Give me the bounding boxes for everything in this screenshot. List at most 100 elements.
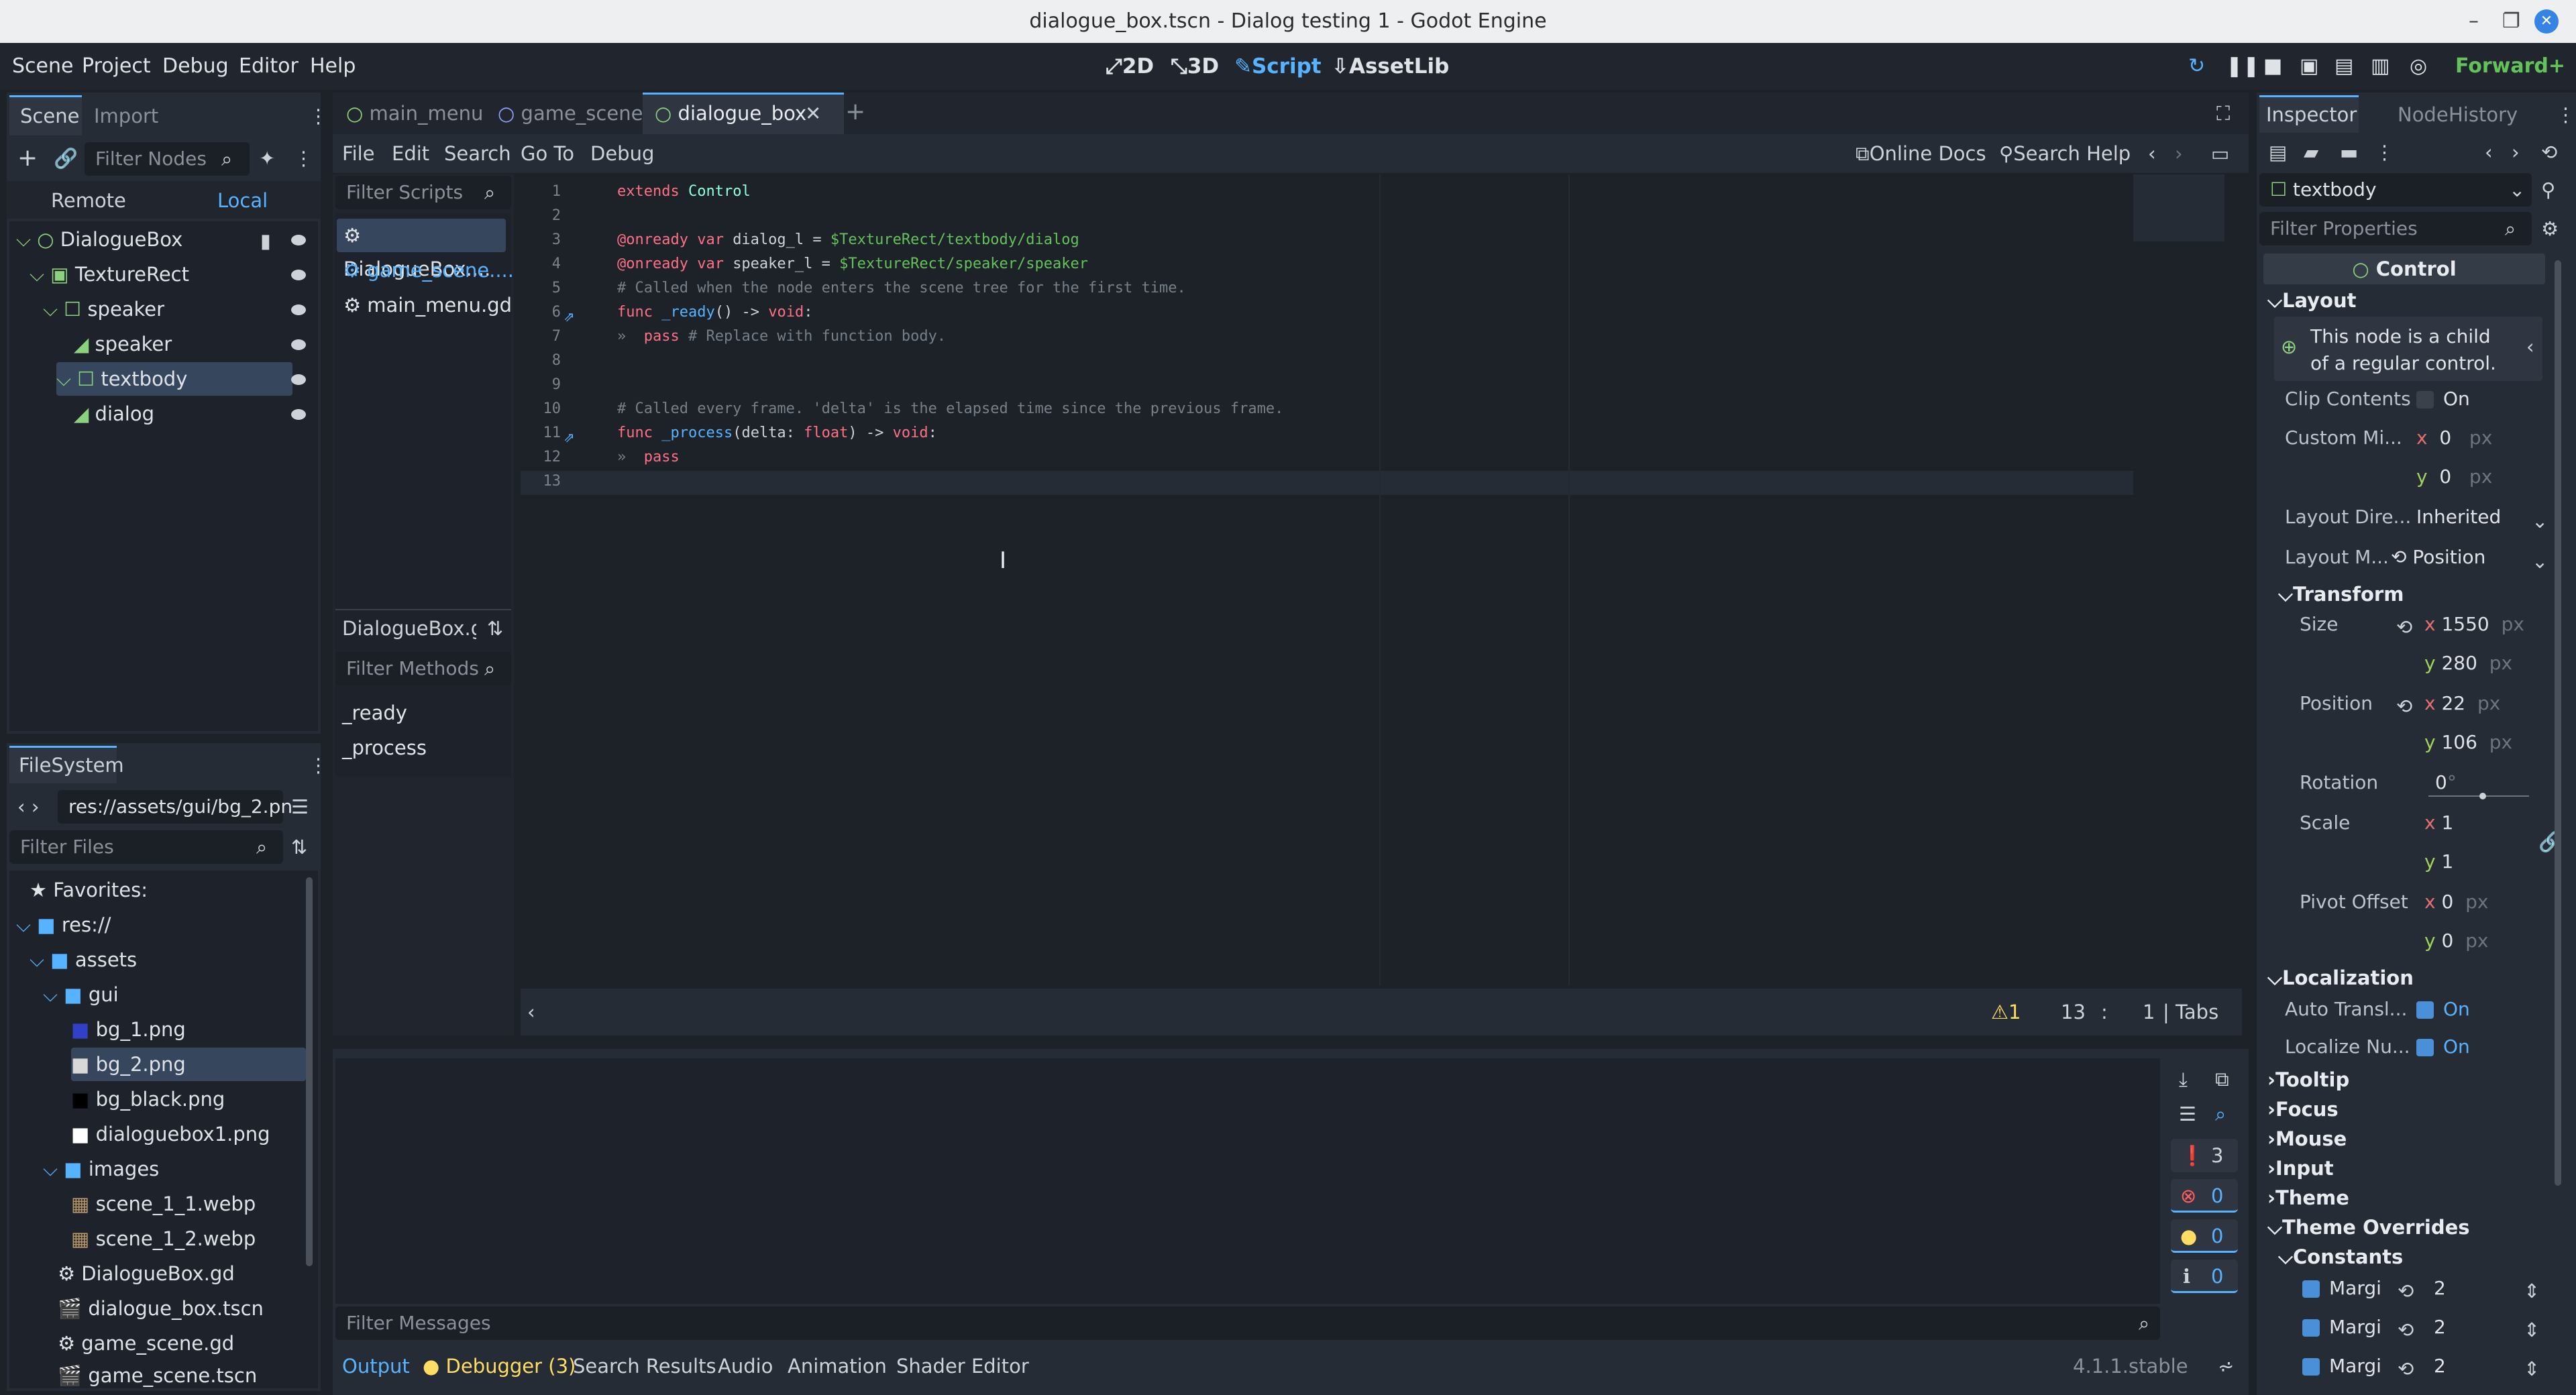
maximize-button[interactable]: ❐	[2502, 0, 2520, 43]
prop-layout-direction-select[interactable]: Inherited	[2416, 502, 2501, 533]
prop-size-y[interactable]: y 280 px	[2424, 648, 2512, 679]
close-button[interactable]: ✕	[2534, 9, 2559, 34]
more-options-icon[interactable]: ⋮	[2375, 135, 2394, 169]
back-arrow-icon[interactable]: ‹ ›	[17, 790, 39, 824]
prop-pivot-y[interactable]: y 0 px	[2424, 926, 2488, 956]
section-mouse[interactable]: ›Mouse	[2267, 1124, 2347, 1154]
tab-history[interactable]: History	[2449, 98, 2518, 131]
script-item-main-menu[interactable]: ⚙ main_menu.gd	[343, 288, 512, 322]
attach-script-icon[interactable]: ✦	[259, 138, 275, 178]
section-theme[interactable]: ›Theme	[2267, 1183, 2349, 1213]
prop-margin-1[interactable]: Margi	[2302, 1273, 2381, 1304]
path-input[interactable]: res://assets/gui/bg_2.pn	[58, 790, 292, 824]
fs-file-dialoguebox-tscn[interactable]: 🎬 dialogue_box.tscn	[58, 1292, 264, 1325]
visibility-eye-icon[interactable]	[291, 374, 306, 385]
prop-scale-y[interactable]: y 1	[2424, 846, 2453, 877]
fs-favorites[interactable]: ★ Favorites:	[30, 873, 148, 907]
mode-script-button[interactable]: ✎Script	[1234, 43, 1322, 90]
bottom-tab-output[interactable]: Output	[342, 1349, 410, 1383]
indent-mode[interactable]: | Tabs	[2163, 995, 2218, 1029]
node-docs-icon[interactable]: ⚲	[2541, 173, 2555, 207]
bottom-tab-animation[interactable]: Animation	[788, 1349, 887, 1383]
code-minimap[interactable]	[2133, 174, 2224, 241]
revert-icon[interactable]: ⟲	[2398, 1357, 2414, 1380]
fs-file-bgblack[interactable]: ■ bg_black.png	[71, 1082, 225, 1116]
scene-tab-main-menu[interactable]: ○ main_menu	[346, 97, 483, 130]
filter-messages-input[interactable]: Filter Messages	[335, 1306, 2160, 1340]
prop-layout-mode-select[interactable]: ⟲ Position	[2391, 542, 2485, 573]
bottom-tab-debugger[interactable]: ● Debugger (3)	[423, 1349, 576, 1383]
toggle-panel-icon[interactable]: ▭	[2211, 137, 2229, 170]
script-menu-file[interactable]: File	[342, 137, 375, 170]
remote-tab[interactable]: Remote	[51, 184, 126, 217]
fs-file-bg2[interactable]: ■ bg_2.png	[71, 1048, 306, 1081]
tree-node-dialog[interactable]: ◢ dialog	[74, 397, 311, 431]
section-layout[interactable]: ⌵Layout	[2267, 286, 2356, 315]
filter-editor-messages-button[interactable]: ℹ0	[2171, 1260, 2238, 1293]
filter-warnings-button[interactable]: ● 0	[2171, 1219, 2238, 1253]
inspector-scrollbar[interactable]	[2555, 260, 2561, 1186]
prop-margin-1-value[interactable]: 2	[2434, 1273, 2446, 1304]
section-localization[interactable]: ⌵Localization	[2267, 963, 2414, 993]
history-back-icon[interactable]: ‹	[2485, 135, 2493, 169]
fs-gui[interactable]: ⌵ ■ gui	[43, 978, 119, 1011]
history-forward-icon[interactable]: ›	[2512, 135, 2520, 169]
history-back-icon[interactable]: ‹	[2148, 137, 2156, 170]
fs-file-bg1[interactable]: ■ bg_1.png	[71, 1013, 186, 1046]
fs-file-scene12[interactable]: ▦ scene_1_2.webp	[71, 1222, 256, 1256]
prop-custom-min-y[interactable]: y 0 px	[2416, 461, 2492, 492]
menu-project[interactable]: Project	[82, 43, 151, 90]
play-scene-icon[interactable]: ▤	[2334, 43, 2353, 90]
stepper-icon[interactable]: ⇕	[2524, 1357, 2540, 1380]
revert-icon[interactable]: ⟲	[2398, 1319, 2414, 1341]
fs-images[interactable]: ⌵ ■ images	[43, 1152, 159, 1186]
sort-icon[interactable]: ⇅	[291, 830, 307, 864]
history-forward-icon[interactable]: ›	[2175, 137, 2183, 170]
fs-res[interactable]: ⌵ ■ res://	[16, 908, 111, 942]
add-node-icon[interactable]: +	[17, 138, 38, 178]
section-theme-overrides[interactable]: ⌵Theme Overrides	[2267, 1213, 2470, 1242]
revert-icon[interactable]: ⟲	[2396, 616, 2412, 638]
toggle-scripts-panel-icon[interactable]: ‹	[527, 995, 535, 1029]
bottom-tab-shader-editor[interactable]: Shader Editor	[896, 1349, 1029, 1383]
renderer-select[interactable]: Forward+ ⌄	[2455, 43, 2576, 90]
tab-inspector[interactable]: Inspector	[2266, 98, 2357, 131]
prop-rotation-value[interactable]: 0°	[2435, 767, 2457, 798]
online-docs-button[interactable]: ⧉Online Docs	[1856, 137, 1986, 170]
script-menu-edit[interactable]: Edit	[392, 137, 429, 170]
copy-output-icon[interactable]: ⧉	[2215, 1062, 2229, 1096]
dock-menu-icon[interactable]: ⋮	[309, 748, 328, 782]
visibility-eye-icon[interactable]	[291, 235, 306, 245]
filter-messages-button[interactable]: ❗ 3	[2171, 1139, 2238, 1172]
rotation-slider[interactable]	[2428, 795, 2529, 797]
script-attached-icon[interactable]: ▮	[260, 224, 271, 258]
stepper-icon[interactable]: ⇕	[2524, 1280, 2540, 1302]
tree-node-speaker-label[interactable]: ◢ speaker	[74, 327, 311, 361]
new-resource-icon[interactable]: ▤	[2269, 135, 2287, 169]
fs-file-scene11[interactable]: ▦ scene_1_1.webp	[71, 1187, 256, 1221]
visibility-eye-icon[interactable]	[291, 409, 306, 420]
slider-handle[interactable]	[2479, 793, 2486, 799]
tab-node[interactable]: Node	[2398, 98, 2449, 131]
class-header-control[interactable]: ○ Control	[2263, 254, 2545, 284]
menu-scene[interactable]: Scene	[12, 43, 73, 90]
tab-import[interactable]: Import	[94, 99, 158, 133]
section-input[interactable]: ›Input	[2267, 1154, 2334, 1183]
fs-file-gamescene-tscn[interactable]: 🎬 game_scene.tscn	[58, 1359, 257, 1392]
bottom-tab-search-results[interactable]: Search Results	[573, 1349, 716, 1383]
visibility-eye-icon[interactable]	[291, 304, 306, 315]
distraction-free-icon[interactable]: ⛶	[2216, 97, 2230, 130]
mode-2d-button[interactable]: ⤢2D	[1106, 43, 1154, 90]
local-tab[interactable]: Local	[217, 184, 268, 217]
warnings-indicator[interactable]: ⚠1	[1991, 995, 2021, 1029]
scene-tab-game-scene[interactable]: ○ game_scene	[498, 97, 643, 130]
filter-files-input[interactable]: Filter Files	[9, 830, 283, 864]
link-icon[interactable]: 🔗	[54, 138, 78, 178]
remote-debug-icon[interactable]: ▣	[2300, 43, 2318, 90]
search-icon[interactable]: ⌕	[2215, 1097, 2226, 1131]
method-item-ready[interactable]: _ready	[342, 696, 407, 730]
fs-file-dialoguebox-gd[interactable]: ⚙ DialogueBox.gd	[58, 1257, 235, 1290]
stepper-icon[interactable]: ⇕	[2524, 1319, 2540, 1341]
stop-icon[interactable]: ■	[2263, 43, 2282, 90]
code-editor[interactable]: 1 extends Control 2 3 @onready var dialog_l …	[521, 174, 2242, 987]
